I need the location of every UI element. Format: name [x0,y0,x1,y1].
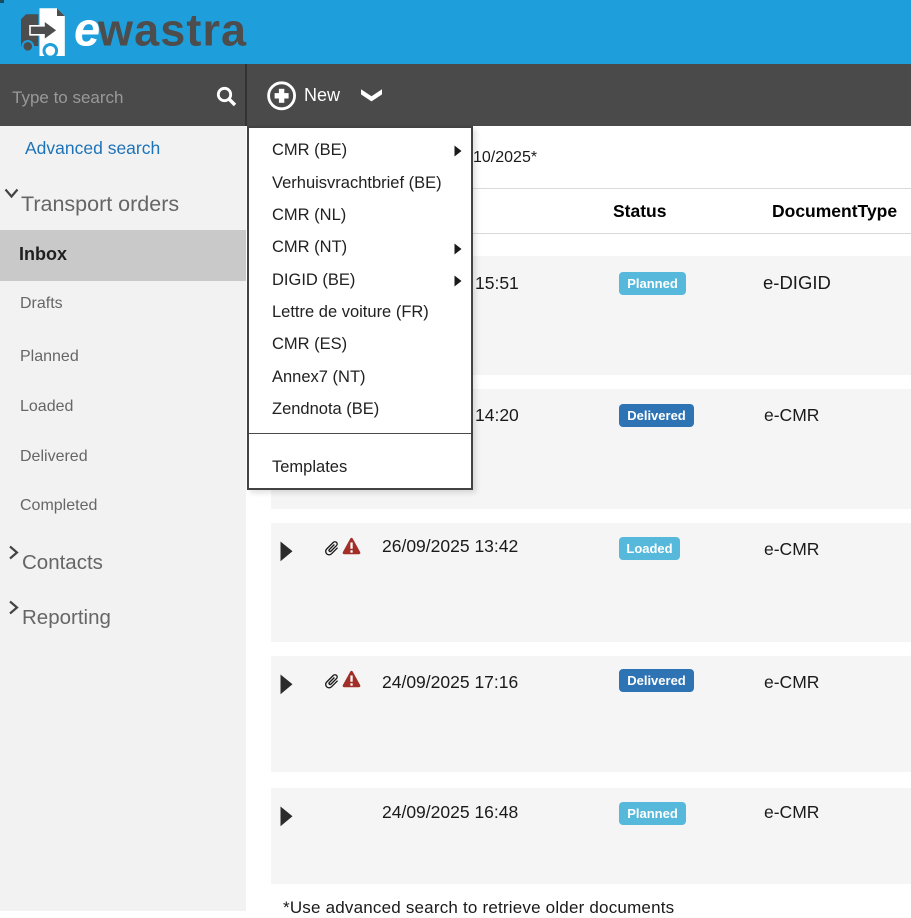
svg-text:wastra: wastra [97,5,247,56]
svg-text:e: e [74,3,100,56]
